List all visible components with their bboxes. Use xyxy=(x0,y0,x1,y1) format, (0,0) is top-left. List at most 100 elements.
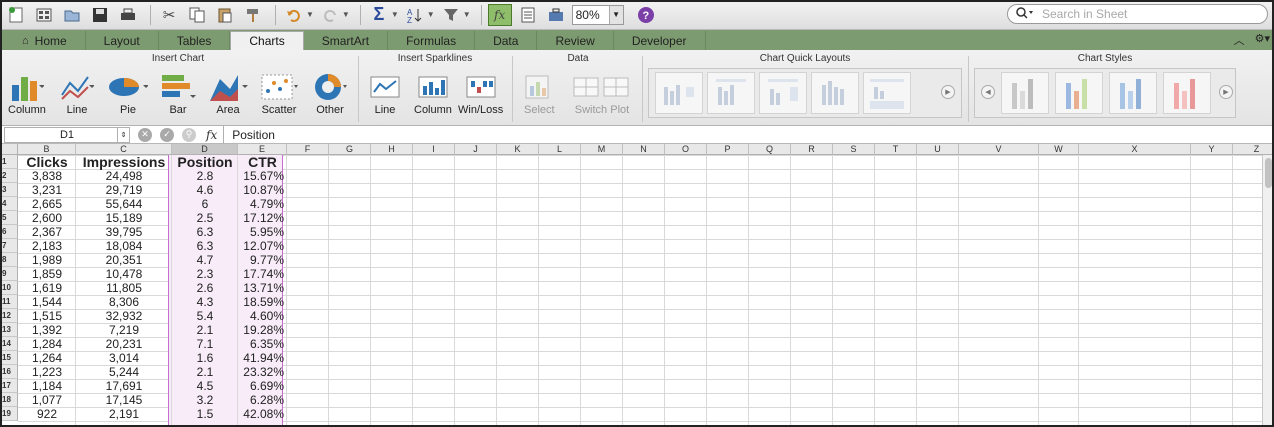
tab-developer[interactable]: Developer xyxy=(614,31,706,50)
table-cell[interactable]: 23.32% xyxy=(238,365,287,379)
chevron-down-icon[interactable]: ▼ xyxy=(391,10,399,19)
spreadsheet-grid[interactable]: Clicks Impressions Position CTR 3,838 24,498 2… xyxy=(0,144,1274,427)
tab-formulas[interactable]: Formulas xyxy=(388,31,476,50)
table-cell[interactable]: 5.4 xyxy=(172,309,238,323)
table-cell[interactable]: 1,264 xyxy=(18,351,76,365)
scroll-thumb[interactable] xyxy=(1265,158,1272,188)
redo-icon[interactable] xyxy=(318,4,342,26)
column-header-z[interactable]: Z xyxy=(1233,144,1274,155)
gear-icon[interactable]: ⚙▾ xyxy=(1255,32,1270,48)
chevron-left-icon[interactable]: ◀ xyxy=(981,85,995,99)
column-header-e[interactable]: E xyxy=(238,144,287,155)
table-cell[interactable]: 41.94% xyxy=(238,351,287,365)
chevron-right-icon[interactable]: ▶ xyxy=(941,85,955,99)
table-cell[interactable]: 5,244 xyxy=(76,365,172,379)
layout-thumbnail[interactable] xyxy=(655,72,703,114)
table-cell[interactable]: 10.87% xyxy=(238,183,287,197)
column-header-c[interactable]: C xyxy=(76,144,172,155)
table-header[interactable]: Impressions xyxy=(76,154,172,170)
row-header-3[interactable]: 3 xyxy=(0,183,18,197)
search-icon[interactable] xyxy=(1016,6,1034,22)
fx-icon[interactable]: fx xyxy=(206,128,217,142)
row-header-7[interactable]: 7 xyxy=(0,239,18,253)
table-cell[interactable]: 13.71% xyxy=(238,281,287,295)
table-cell[interactable]: 3.2 xyxy=(172,393,238,407)
table-cell[interactable]: 19.28% xyxy=(238,323,287,337)
chevron-right-icon[interactable]: ▶ xyxy=(1219,85,1233,99)
style-thumbnail[interactable] xyxy=(1109,72,1157,114)
table-header[interactable]: CTR xyxy=(238,154,287,170)
toggle-icon[interactable]: ⚲ xyxy=(182,127,196,142)
column-header-p[interactable]: P xyxy=(707,144,749,155)
table-cell[interactable]: 3,014 xyxy=(76,351,172,365)
row-header-11[interactable]: 11 xyxy=(0,295,18,309)
row-header-15[interactable]: 15 xyxy=(0,351,18,365)
paste-icon[interactable] xyxy=(213,4,237,26)
chevron-down-icon[interactable]: ▼ xyxy=(306,10,314,19)
switch-plot-button[interactable]: Switch Plot xyxy=(572,70,632,116)
column-header-f[interactable]: F xyxy=(287,144,329,155)
row-header-1[interactable]: 1 xyxy=(0,155,18,169)
layout-thumbnail[interactable] xyxy=(811,72,859,114)
table-cell[interactable]: 5.95% xyxy=(238,225,287,239)
column-header-t[interactable]: T xyxy=(875,144,917,155)
layout-thumbnail[interactable] xyxy=(707,72,755,114)
select-data-button[interactable]: Select xyxy=(524,70,555,116)
vertical-scrollbar[interactable] xyxy=(1262,144,1274,427)
table-cell[interactable]: 6.69% xyxy=(238,379,287,393)
table-cell[interactable]: 18,084 xyxy=(76,239,172,253)
table-cell[interactable]: 4.3 xyxy=(172,295,238,309)
table-header[interactable]: Clicks xyxy=(18,154,76,170)
toolbox-icon[interactable] xyxy=(544,4,568,26)
table-cell[interactable]: 1,223 xyxy=(18,365,76,379)
table-cell[interactable]: 1,392 xyxy=(18,323,76,337)
show-hide-icon[interactable] xyxy=(516,4,540,26)
table-cell[interactable]: 1.6 xyxy=(172,351,238,365)
print-icon[interactable] xyxy=(116,4,140,26)
table-cell[interactable]: 18.59% xyxy=(238,295,287,309)
tab-review[interactable]: Review xyxy=(537,31,614,50)
bar-chart-button[interactable]: Bar xyxy=(160,70,196,116)
table-cell[interactable]: 1,077 xyxy=(18,393,76,407)
chevron-down-icon[interactable]: ▼ xyxy=(463,10,471,19)
row-header-19[interactable]: 19 xyxy=(0,407,18,421)
column-header-n[interactable]: N xyxy=(623,144,665,155)
column-header-b[interactable]: B xyxy=(18,144,76,155)
table-cell[interactable]: 10,478 xyxy=(76,267,172,281)
column-header-y[interactable]: Y xyxy=(1191,144,1233,155)
table-cell[interactable]: 12.07% xyxy=(238,239,287,253)
column-header-w[interactable]: W xyxy=(1039,144,1079,155)
scatter-chart-button[interactable]: Scatter xyxy=(260,70,298,116)
layout-thumbnail[interactable] xyxy=(759,72,807,114)
table-cell[interactable]: 2,367 xyxy=(18,225,76,239)
table-cell[interactable]: 2.8 xyxy=(172,169,238,183)
format-painter-icon[interactable] xyxy=(241,4,265,26)
table-cell[interactable]: 17.12% xyxy=(238,211,287,225)
name-box[interactable]: D1 ⇕ xyxy=(4,126,130,143)
style-thumbnail[interactable] xyxy=(1055,72,1103,114)
table-cell[interactable]: 42.08% xyxy=(238,407,287,421)
save-icon[interactable] xyxy=(88,4,112,26)
column-header-g[interactable]: G xyxy=(329,144,371,155)
row-header-9[interactable]: 9 xyxy=(0,267,18,281)
table-cell[interactable]: 3,838 xyxy=(18,169,76,183)
column-chart-button[interactable]: Column xyxy=(8,70,46,116)
column-header-x[interactable]: X xyxy=(1079,144,1191,155)
table-cell[interactable]: 15,189 xyxy=(76,211,172,225)
column-header-i[interactable]: I xyxy=(413,144,455,155)
table-cell[interactable]: 1.5 xyxy=(172,407,238,421)
select-all-corner[interactable] xyxy=(0,144,18,155)
table-cell[interactable]: 15.67% xyxy=(238,169,287,183)
table-cell[interactable]: 2.5 xyxy=(172,211,238,225)
table-cell[interactable]: 17,145 xyxy=(76,393,172,407)
style-thumbnail[interactable] xyxy=(1163,72,1211,114)
autosum-icon[interactable]: Σ xyxy=(367,4,391,26)
confirm-icon[interactable]: ✓ xyxy=(160,127,174,142)
column-header-r[interactable]: R xyxy=(791,144,833,155)
column-header-d[interactable]: D xyxy=(172,144,238,155)
row-header-6[interactable]: 6 xyxy=(0,225,18,239)
table-cell[interactable]: 1,544 xyxy=(18,295,76,309)
stepper-icon[interactable]: ⇕ xyxy=(117,127,129,142)
table-cell[interactable]: 7.1 xyxy=(172,337,238,351)
row-header-8[interactable]: 8 xyxy=(0,253,18,267)
